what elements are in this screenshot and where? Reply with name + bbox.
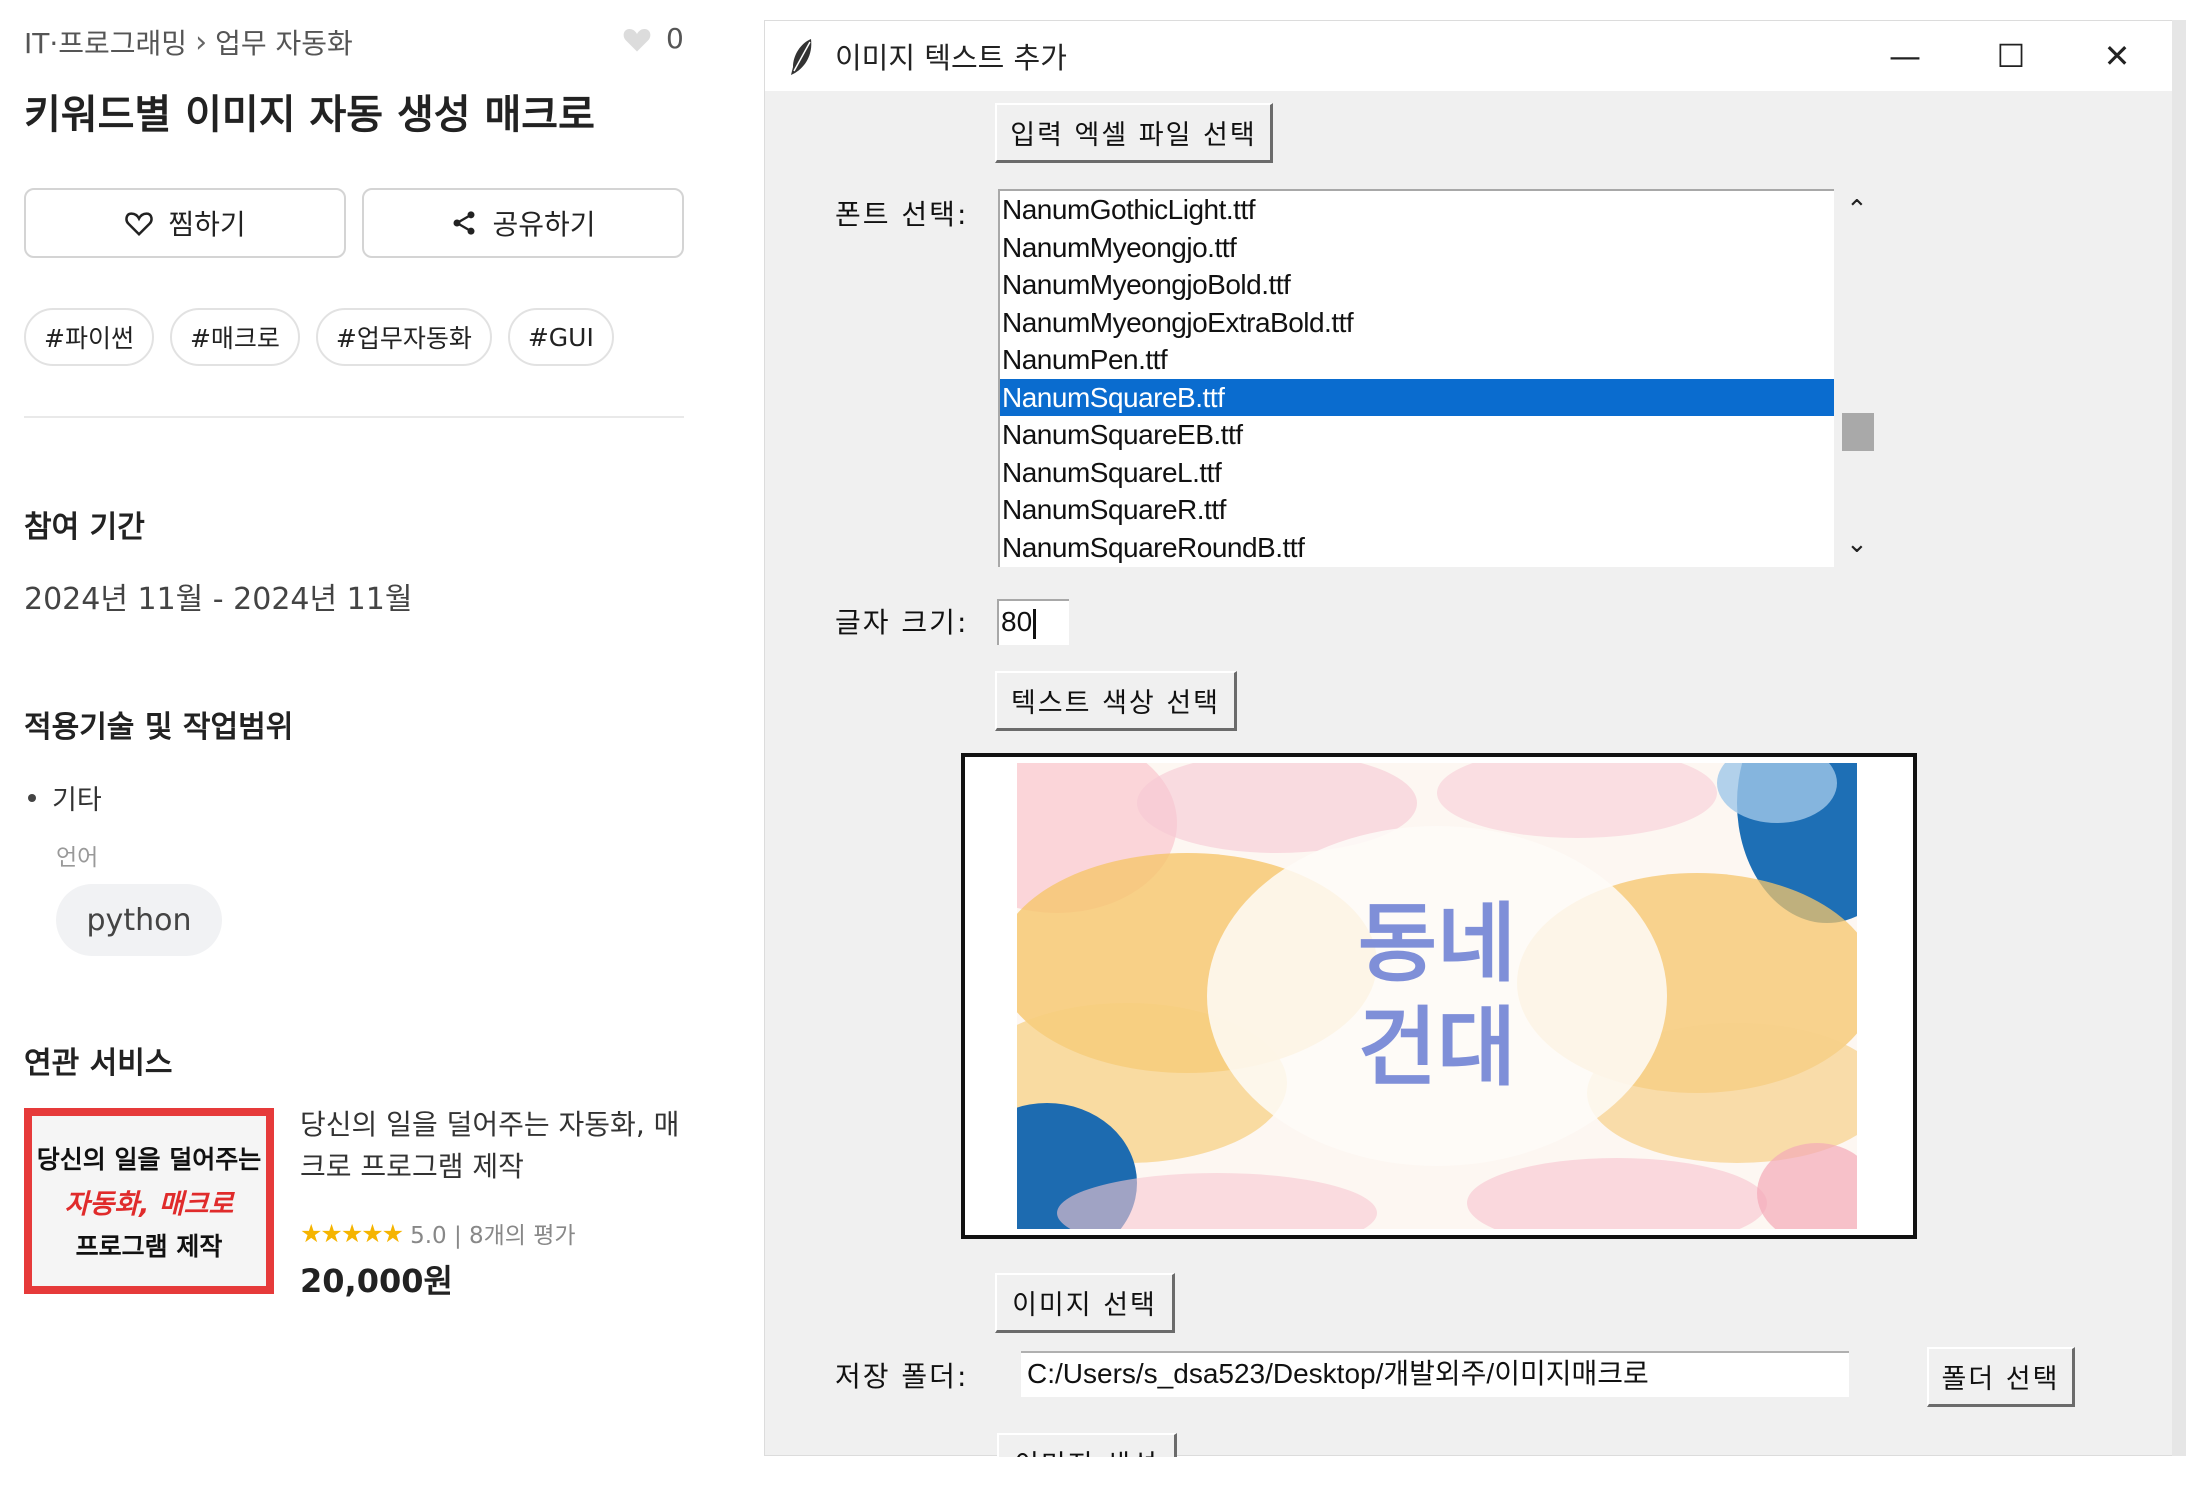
breadcrumb-subcategory[interactable]: 업무 자동화 xyxy=(215,22,353,62)
preview-text-line1: 동네 xyxy=(1357,894,1517,994)
thumbnail-line1: 당신의 일을 덜어주는 xyxy=(36,1144,262,1174)
thumbnail-line2: 자동화, 매크로 xyxy=(64,1188,234,1220)
maximize-button[interactable]: ☐ xyxy=(1971,21,2051,91)
font-size-label: 글자 크기: xyxy=(835,606,969,639)
scroll-down-icon[interactable]: ⌄ xyxy=(1846,529,1868,559)
preview-image: 동네 건대 xyxy=(1017,763,1857,1229)
select-image-button[interactable]: 이미지 선택 xyxy=(995,1273,1175,1333)
service-detail-panel: IT·프로그래밍 › 업무 자동화 0 키워드별 이미지 자동 생성 매크로 찜… xyxy=(0,0,740,1502)
font-list-item[interactable]: NanumPen.ttf xyxy=(1000,341,1834,379)
window-title: 이미지 텍스트 추가 xyxy=(835,41,1067,75)
text-color-button[interactable]: 텍스트 색상 선택 xyxy=(995,671,1237,731)
period-heading: 참여 기간 xyxy=(24,510,145,545)
related-heading: 연관 서비스 xyxy=(24,1046,173,1081)
text-cursor xyxy=(1033,608,1037,639)
preview-text-line2: 건대 xyxy=(1357,998,1517,1098)
font-list-scrollbar[interactable]: ⌃ ⌄ xyxy=(1834,189,1882,567)
font-list-item[interactable]: NanumSquareR.ttf xyxy=(1000,491,1834,529)
tag-chip[interactable]: #업무자동화 xyxy=(315,308,492,366)
generate-image-button[interactable]: 이미지 생성 xyxy=(997,1433,1177,1457)
app-window: 이미지 텍스트 추가 — ☐ ✕ 입력 엑셀 파일 선택 폰트 선택: Nanu… xyxy=(764,20,2186,1457)
image-preview: 동네 건대 xyxy=(961,753,1917,1239)
font-label: 폰트 선택: xyxy=(835,198,969,231)
share-button[interactable]: 공유하기 xyxy=(362,188,684,258)
font-list-item[interactable]: NanumSquareRoundB.ttf xyxy=(1000,529,1834,567)
tag-chip[interactable]: #매크로 xyxy=(169,308,300,366)
section-divider xyxy=(24,416,684,418)
generate-image-button-clipped[interactable]: 이미지 생성 xyxy=(997,1433,1177,1457)
font-list-item[interactable]: NanumMyeongjoBold.ttf xyxy=(1000,266,1834,304)
tag-chip[interactable]: #파이썬 xyxy=(24,308,154,366)
related-service-rating: ★★★★★ 5.0 | 8개의 평가 xyxy=(300,1216,576,1250)
related-service-thumbnail[interactable]: 당신의 일을 덜어주는 자동화, 매크로 프로그램 제작 xyxy=(24,1108,274,1294)
select-folder-button[interactable]: 폴더 선택 xyxy=(1927,1347,2075,1407)
period-value: 2024년 11월 - 2024년 11월 xyxy=(24,582,413,617)
tech-item: 기타 xyxy=(28,778,102,817)
font-size-input[interactable]: 80 xyxy=(997,599,1069,645)
page-title: 키워드별 이미지 자동 생성 매크로 xyxy=(24,92,595,138)
share-icon xyxy=(453,211,475,235)
font-size-value: 80 xyxy=(1001,606,1033,637)
save-folder-label: 저장 폴더: xyxy=(835,1360,969,1393)
chevron-right-icon: › xyxy=(195,24,208,60)
font-listbox[interactable]: NanumGothicLight.ttf NanumMyeongjo.ttf N… xyxy=(998,189,1834,567)
rating-text: 5.0 | 8개의 평가 xyxy=(410,1223,576,1249)
tag-list: #파이썬 #매크로 #업무자동화 #GUI xyxy=(24,308,614,366)
font-list-item[interactable]: NanumMyeongjoExtraBold.ttf xyxy=(1000,304,1834,342)
like-counter[interactable]: 0 xyxy=(622,22,684,55)
breadcrumb-category[interactable]: IT·프로그래밍 xyxy=(24,22,187,62)
wish-button-label: 찜하기 xyxy=(168,208,246,241)
related-service-title[interactable]: 당신의 일을 덜어주는 자동화, 매크로 프로그램 제작 xyxy=(300,1104,700,1188)
window-titlebar[interactable]: 이미지 텍스트 추가 — ☐ ✕ xyxy=(765,21,2185,91)
feather-icon xyxy=(791,39,812,75)
language-chip: python xyxy=(56,884,222,956)
font-list-item[interactable]: NanumSquareL.ttf xyxy=(1000,454,1834,492)
share-button-label: 공유하기 xyxy=(492,208,596,241)
breadcrumb: IT·프로그래밍 › 업무 자동화 xyxy=(24,22,353,62)
preview-overlay-text: 동네 건대 xyxy=(1017,763,1857,1229)
font-list-item-selected[interactable]: NanumSquareB.ttf xyxy=(1000,378,1834,416)
font-list-item[interactable]: NanumSquareEB.ttf xyxy=(1000,416,1834,454)
background-window-edge xyxy=(2172,20,2186,1456)
minimize-button[interactable]: — xyxy=(1865,21,1945,91)
tag-chip[interactable]: #GUI xyxy=(507,308,614,366)
scroll-up-icon[interactable]: ⌃ xyxy=(1846,195,1868,225)
like-count: 0 xyxy=(666,22,684,55)
save-folder-input[interactable]: C:/Users/s_dsa523/Desktop/개발외주/이미지매크로 xyxy=(1021,1351,1849,1397)
related-service-price: 20,000원 xyxy=(300,1262,453,1300)
select-excel-button[interactable]: 입력 엑셀 파일 선택 xyxy=(995,103,1273,163)
heart-icon xyxy=(623,28,651,51)
thumbnail-line3: 프로그램 제작 xyxy=(75,1231,223,1261)
tech-item-label: 기타 xyxy=(52,785,102,816)
star-rating-icon: ★★★★★ xyxy=(300,1218,404,1248)
wish-button[interactable]: 찜하기 xyxy=(24,188,346,258)
font-list-item[interactable]: NanumGothicLight.ttf xyxy=(1000,191,1834,229)
bullet-dot xyxy=(28,793,36,802)
scroll-thumb[interactable] xyxy=(1842,413,1874,451)
close-button[interactable]: ✕ xyxy=(2077,21,2157,91)
tech-heading: 적용기술 및 작업범위 xyxy=(24,710,294,745)
font-list-item[interactable]: NanumMyeongjo.ttf xyxy=(1000,229,1834,267)
language-label: 언어 xyxy=(56,845,99,871)
heart-outline-icon xyxy=(125,212,154,237)
